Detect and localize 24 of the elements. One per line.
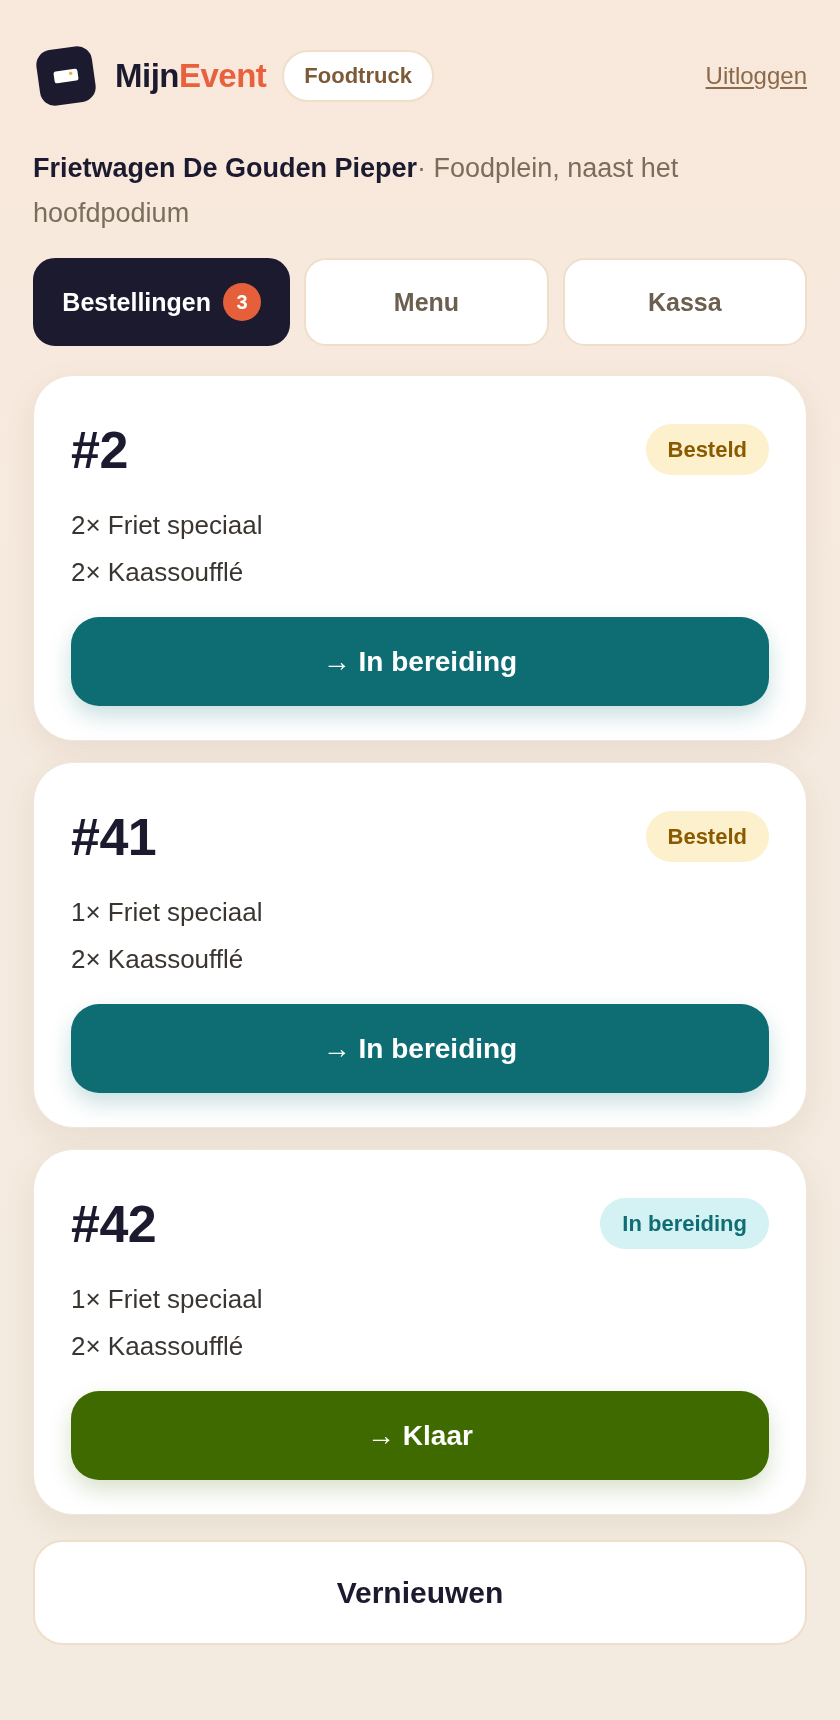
status-badge: Besteld [645, 811, 769, 862]
order-item: 2× Kaassoufflé [71, 556, 245, 589]
advance-status-button[interactable]: → In bereiding [71, 1004, 769, 1093]
order-number: #2 [71, 419, 128, 480]
status-badge: In bereiding [600, 1198, 769, 1249]
brand-name: MijnEvent [115, 57, 267, 95]
refresh-button[interactable]: Vernieuwen [33, 1540, 807, 1645]
count-badge: 3 [223, 283, 261, 321]
order-number: #42 [71, 1193, 157, 1254]
advance-status-button[interactable]: → Klaar [71, 1391, 769, 1480]
order-number: #41 [71, 806, 157, 867]
logout-link[interactable]: Uitloggen [705, 62, 807, 90]
role-badge: Foodtruck [282, 50, 434, 102]
order-item: 2× Kaassoufflé [71, 943, 245, 976]
status-badge: Besteld [645, 424, 769, 475]
tab[interactable]: Kassa [562, 258, 807, 346]
order-item: 2× Kaassoufflé [71, 1330, 245, 1363]
location-text: Frietwagen De Gouden Pieper· Foodplein, naast het hoofdpodium [33, 152, 680, 230]
order-item: 1× Friet speciaal [71, 896, 264, 929]
tab[interactable]: Menu [304, 258, 549, 346]
order-item: 2× Friet speciaal [71, 509, 264, 542]
tab[interactable]: Bestellingen 3 [33, 258, 291, 346]
advance-status-button[interactable]: → In bereiding [71, 617, 769, 706]
order-item: 1× Friet speciaal [71, 1283, 264, 1316]
